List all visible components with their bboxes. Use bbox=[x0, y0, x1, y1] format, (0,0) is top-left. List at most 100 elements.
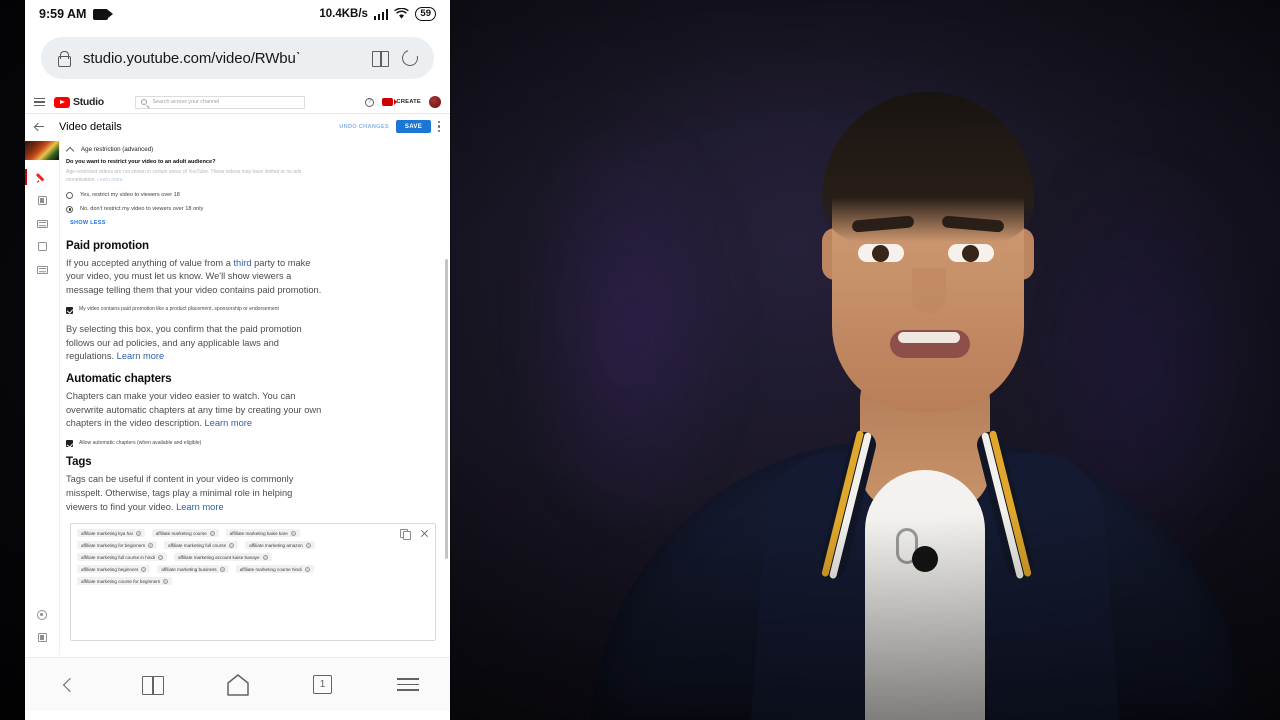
tag-chip[interactable]: affiliate marketing account kaise banaye bbox=[173, 553, 272, 562]
search-input[interactable]: Search across your channel bbox=[134, 95, 305, 109]
page-title: Video details bbox=[59, 120, 122, 133]
undo-changes-button[interactable]: UNDO CHANGES bbox=[339, 124, 389, 130]
radio-yes[interactable] bbox=[66, 191, 73, 199]
create-label: CREATE bbox=[396, 99, 421, 105]
nav-home-button[interactable] bbox=[219, 670, 257, 700]
sidebar-item-comments[interactable] bbox=[30, 235, 54, 258]
hamburger-menu-icon[interactable] bbox=[34, 97, 45, 107]
video-thumbnail[interactable] bbox=[25, 141, 59, 160]
age-restriction-option-yes[interactable]: Yes, restrict my video to viewers over 1… bbox=[66, 191, 440, 199]
tag-chip-label: affiliate marketing beginners bbox=[81, 566, 139, 572]
tag-chip-label: affiliate marketing kya hai bbox=[81, 530, 133, 536]
tag-chip-remove-icon[interactable] bbox=[305, 542, 311, 548]
tag-chip-remove-icon[interactable] bbox=[262, 554, 268, 560]
browser-bottom-nav: 1 bbox=[25, 657, 450, 711]
radio-no[interactable] bbox=[66, 205, 73, 213]
tag-chip[interactable]: affiliate marketing beginners bbox=[77, 565, 151, 574]
tag-chip-label: affiliate marketing full course in hindi bbox=[81, 554, 155, 560]
address-bar[interactable]: studio.youtube.com/video/RWbuˋ bbox=[41, 37, 434, 79]
nav-tabs-button[interactable]: 1 bbox=[304, 670, 342, 700]
automatic-chapters-learn-more[interactable]: Learn more bbox=[205, 418, 253, 428]
tag-chip-remove-icon[interactable] bbox=[157, 554, 163, 560]
close-icon[interactable] bbox=[420, 529, 429, 538]
save-button[interactable]: SAVE bbox=[395, 120, 431, 133]
status-bar: 9:59 AM 10.4KB/s 59 bbox=[25, 0, 450, 28]
kebab-menu-icon[interactable] bbox=[438, 121, 441, 132]
copy-icon[interactable] bbox=[400, 529, 411, 541]
tag-chip-remove-icon[interactable] bbox=[304, 566, 310, 572]
tag-chip[interactable]: affiliate marketing amazon bbox=[245, 541, 315, 550]
paid-promotion-checkbox[interactable] bbox=[66, 306, 73, 314]
tag-chip[interactable]: affiliate marketing for beginners bbox=[77, 541, 158, 550]
tag-chip[interactable]: affiliate marketing full course bbox=[164, 541, 239, 550]
nav-back-button[interactable] bbox=[49, 670, 87, 700]
video-camera-icon bbox=[93, 8, 114, 20]
tag-chip-remove-icon[interactable] bbox=[148, 542, 154, 548]
analytics-icon bbox=[37, 196, 47, 205]
tag-chip-remove-icon[interactable] bbox=[135, 530, 141, 536]
search-icon bbox=[140, 98, 148, 106]
sidebar-item-feedback[interactable] bbox=[30, 626, 54, 649]
browser-toolbar: studio.youtube.com/video/RWbuˋ bbox=[25, 28, 450, 91]
sidebar-item-settings[interactable] bbox=[30, 603, 54, 626]
tag-chip-label: affiliate marketing amazon bbox=[249, 542, 303, 548]
search-placeholder: Search across your channel bbox=[152, 99, 220, 105]
automatic-chapters-checkbox[interactable] bbox=[66, 440, 73, 448]
back-arrow-icon[interactable] bbox=[34, 122, 44, 132]
tag-chip-remove-icon[interactable] bbox=[209, 530, 215, 536]
tag-chip[interactable]: affiliate marketing course bbox=[151, 529, 219, 538]
paid-promotion-learn-more[interactable]: Learn more bbox=[117, 351, 165, 361]
age-restriction-learn-more[interactable]: Learn more bbox=[97, 177, 123, 183]
tag-chip[interactable]: affiliate marketing kya hai bbox=[77, 529, 145, 538]
tag-chip[interactable]: affiliate marketing course hindi bbox=[235, 565, 314, 574]
content-scrollbar[interactable] bbox=[445, 259, 448, 559]
automatic-chapters-checkbox-row[interactable]: Allow automatic chapters (when available… bbox=[66, 440, 440, 448]
studio-header: Studio Search across your channel ? CREA… bbox=[25, 91, 450, 114]
paid-promotion-confirm: By selecting this box, you confirm that … bbox=[66, 323, 322, 364]
network-speed: 10.4KB/s bbox=[319, 8, 368, 20]
tag-chip-remove-icon[interactable] bbox=[219, 566, 225, 572]
tag-chip-remove-icon[interactable] bbox=[229, 542, 235, 548]
nav-menu-button[interactable] bbox=[389, 670, 427, 700]
sidebar-item-details[interactable] bbox=[25, 166, 54, 189]
tag-chip-remove-icon[interactable] bbox=[163, 578, 169, 584]
tag-chip[interactable]: affiliate marketing kaise kare bbox=[225, 529, 300, 538]
reload-icon[interactable] bbox=[399, 47, 421, 69]
studio-logo[interactable]: Studio bbox=[54, 96, 104, 108]
screen: 9:59 AM 10.4KB/s 59 studio.youtube.com/v… bbox=[0, 0, 1280, 720]
tab-count: 1 bbox=[313, 675, 332, 694]
tags-input-box[interactable]: affiliate marketing kya hai affiliate mar… bbox=[70, 523, 436, 642]
create-button[interactable]: CREATE bbox=[382, 98, 421, 106]
home-icon bbox=[226, 673, 249, 696]
paid-promotion-confirm-text: By selecting this box, you confirm that … bbox=[66, 323, 302, 362]
youtube-studio-app: Studio Search across your channel ? CREA… bbox=[25, 91, 450, 657]
tags-learn-more[interactable]: Learn more bbox=[176, 502, 224, 512]
tag-chip[interactable]: affiliate marketing course for beginners bbox=[77, 577, 173, 586]
url-text[interactable]: studio.youtube.com/video/RWbuˋ bbox=[83, 50, 359, 67]
book-icon[interactable] bbox=[372, 51, 389, 67]
tag-chip-remove-icon[interactable] bbox=[141, 566, 147, 572]
sidebar-item-analytics[interactable] bbox=[30, 189, 54, 212]
paid-promotion-body-1: If you accepted anything of value from a bbox=[66, 257, 234, 268]
age-restriction-option-no[interactable]: No, don't restrict my video to viewers o… bbox=[66, 205, 440, 213]
tag-chip-label: affiliate marketing kaise kare bbox=[229, 530, 288, 536]
back-chevron-icon bbox=[61, 678, 75, 692]
editor-icon bbox=[36, 219, 48, 228]
tag-chip[interactable]: affiliate marketing business bbox=[157, 565, 229, 574]
tag-chip-label: affiliate marketing for beginners bbox=[81, 542, 146, 548]
age-restriction-help: Age-restricted videos are not shown in c… bbox=[66, 169, 326, 185]
age-restriction-header[interactable]: Age restriction (advanced) bbox=[66, 145, 440, 153]
comments-icon bbox=[37, 242, 47, 251]
nav-bookmarks-button[interactable] bbox=[134, 670, 172, 700]
show-less-button[interactable]: SHOW LESS bbox=[70, 220, 440, 226]
sidebar-item-subtitles[interactable] bbox=[30, 258, 54, 281]
feedback-icon bbox=[37, 633, 47, 642]
age-restriction-label: Age restriction (advanced) bbox=[81, 145, 154, 153]
tag-chip-label: affiliate marketing account kaise banaye bbox=[177, 554, 260, 560]
sidebar-item-editor[interactable] bbox=[30, 212, 54, 235]
help-icon[interactable]: ? bbox=[365, 97, 375, 107]
tag-chip[interactable]: affiliate marketing full course in hindi bbox=[77, 553, 167, 562]
tag-chip-remove-icon[interactable] bbox=[290, 530, 296, 536]
paid-promotion-checkbox-row[interactable]: My video contains paid promotion like a … bbox=[66, 306, 440, 314]
avatar[interactable] bbox=[429, 96, 441, 108]
